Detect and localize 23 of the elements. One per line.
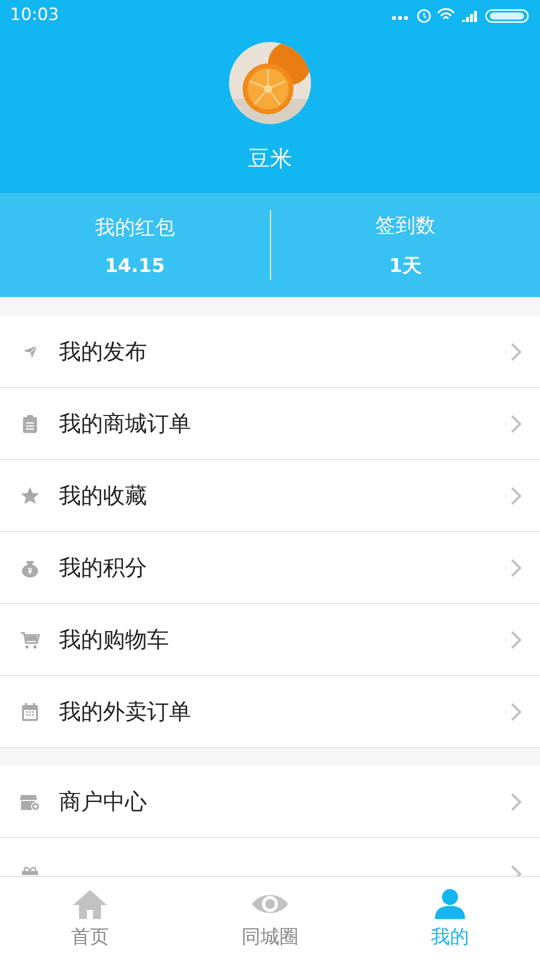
- cart-icon: [20, 630, 40, 650]
- home-icon: [72, 888, 108, 920]
- tab-item[interactable]: 首页: [0, 877, 180, 960]
- stat-value: 1天: [389, 254, 422, 278]
- more-dots-icon: [392, 16, 408, 20]
- status-time: 10:03: [10, 5, 59, 25]
- menu-item[interactable]: 我的购物车: [0, 604, 540, 676]
- alarm-clock-icon: [417, 9, 431, 23]
- clipboard-icon: [20, 414, 40, 434]
- menu-item[interactable]: 我的商城订单: [0, 388, 540, 460]
- battery-icon: [485, 9, 529, 23]
- user-name: 豆米: [248, 146, 292, 174]
- menu-item[interactable]: 我的外卖订单: [0, 676, 540, 748]
- signal-icon: [462, 11, 477, 22]
- tab-item[interactable]: 同城圈: [180, 877, 360, 960]
- menu-item[interactable]: 我的积分: [0, 532, 540, 604]
- person-icon: [432, 888, 468, 920]
- calendar-icon: [20, 702, 40, 722]
- wifi-icon: [437, 8, 455, 20]
- stat-value: 14.15: [104, 254, 165, 276]
- menu-item[interactable]: 我的收藏: [0, 460, 540, 532]
- menu-item[interactable]: 我的发布: [0, 316, 540, 388]
- star-icon: [20, 486, 40, 506]
